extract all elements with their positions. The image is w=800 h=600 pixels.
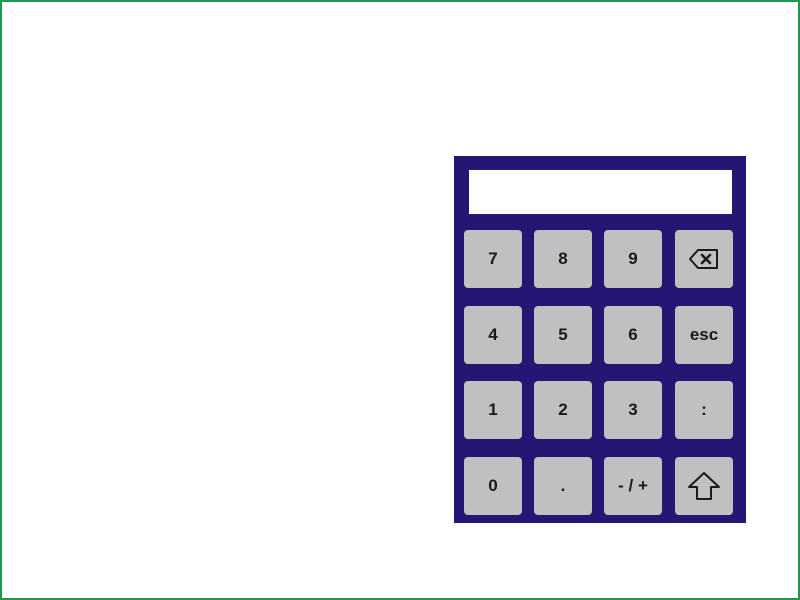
- key-6[interactable]: 6: [604, 306, 662, 364]
- key-8[interactable]: 8: [534, 230, 592, 288]
- shift-up-arrow-icon: [687, 471, 721, 501]
- backspace-icon: [688, 248, 720, 270]
- sign-toggle-button[interactable]: - / +: [604, 457, 662, 515]
- numeric-keypad: 7 8 9 4 5 6 esc 1 2 3 : 0 . - / +: [454, 156, 746, 523]
- key-3[interactable]: 3: [604, 381, 662, 439]
- shift-button[interactable]: [675, 457, 733, 515]
- key-2[interactable]: 2: [534, 381, 592, 439]
- key-9[interactable]: 9: [604, 230, 662, 288]
- key-7[interactable]: 7: [464, 230, 522, 288]
- key-1[interactable]: 1: [464, 381, 522, 439]
- keypad-display[interactable]: [469, 170, 732, 214]
- key-5[interactable]: 5: [534, 306, 592, 364]
- backspace-button[interactable]: [675, 230, 733, 288]
- esc-button[interactable]: esc: [675, 306, 733, 364]
- key-4[interactable]: 4: [464, 306, 522, 364]
- key-colon[interactable]: :: [675, 381, 733, 439]
- key-0[interactable]: 0: [464, 457, 522, 515]
- key-decimal-point[interactable]: .: [534, 457, 592, 515]
